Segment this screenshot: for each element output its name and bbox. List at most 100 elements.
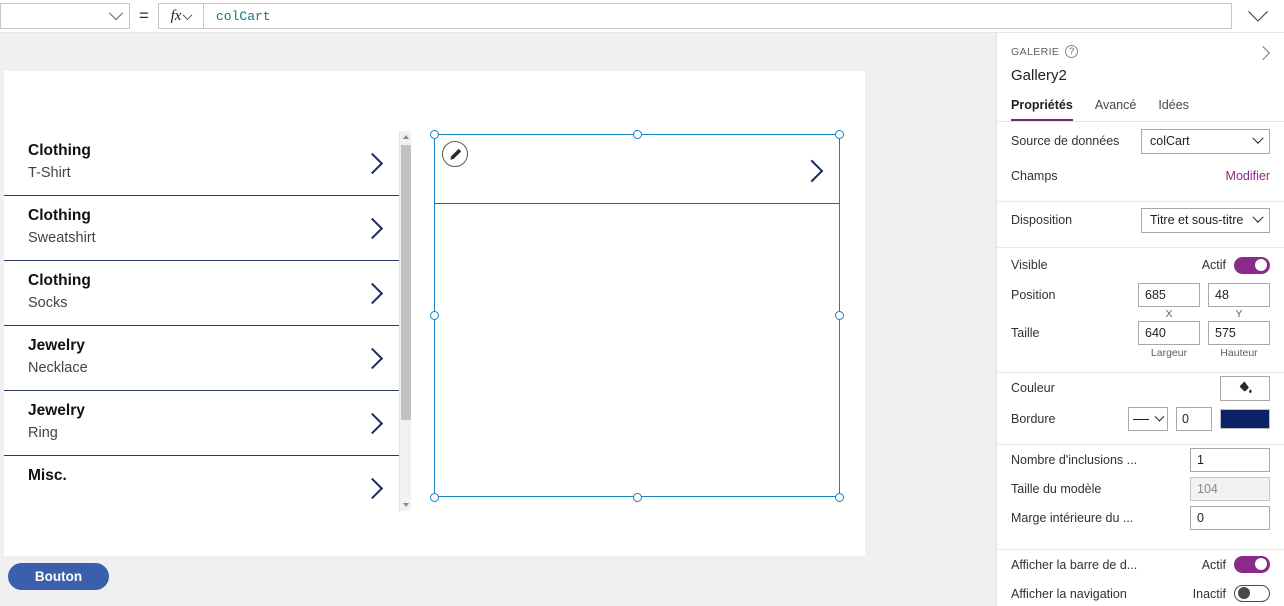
- list-item-title: Clothing: [28, 142, 91, 159]
- bouton-button[interactable]: Bouton: [8, 563, 109, 590]
- position-sublabels: X Y: [997, 307, 1284, 320]
- list-item[interactable]: Jewelry Ring: [4, 391, 400, 456]
- chevron-right-icon: [804, 159, 819, 181]
- section-divider: [997, 532, 1284, 550]
- border-width-input[interactable]: 0: [1176, 407, 1212, 431]
- size-inputs: 640 575: [1138, 321, 1270, 345]
- position-x-sublabel: X: [1165, 308, 1173, 320]
- size-label: Taille: [1011, 326, 1040, 340]
- chevron-right-icon[interactable]: [365, 152, 380, 174]
- edit-fields-link[interactable]: Modifier: [1226, 169, 1270, 183]
- property-selector-dropdown[interactable]: [0, 3, 130, 29]
- row-position: Position 685 48: [997, 282, 1284, 307]
- size-width-input[interactable]: 640: [1138, 321, 1200, 345]
- row-color: Couleur: [997, 373, 1284, 403]
- visible-toggle[interactable]: [1234, 256, 1270, 274]
- list-item-title: Jewelry: [28, 337, 85, 354]
- list-item-subtitle: T-Shirt: [28, 165, 71, 182]
- row-show-navigation: Afficher la navigation Inactif: [997, 579, 1284, 606]
- scroll-up-arrow-icon[interactable]: [403, 135, 409, 139]
- row-show-scrollbar: Afficher la barre de d... Actif: [997, 550, 1284, 579]
- help-icon[interactable]: ?: [1065, 45, 1079, 58]
- scroll-down-arrow-icon[interactable]: [403, 503, 409, 507]
- position-y-input[interactable]: 48: [1208, 282, 1270, 307]
- row-layout: Disposition Titre et sous-titre: [997, 202, 1284, 238]
- resize-handle-top-right[interactable]: [835, 130, 844, 139]
- chevron-right-icon[interactable]: [365, 282, 380, 304]
- app-canvas[interactable]: Clothing T-Shirt Clothing Sweatshirt Clo…: [4, 71, 865, 590]
- chevron-right-icon[interactable]: [365, 217, 380, 239]
- list-item-subtitle: Sweatshirt: [28, 230, 96, 247]
- size-sublabels: Largeur Hauteur: [997, 346, 1284, 359]
- list-item-title: Clothing: [28, 272, 91, 289]
- resize-handle-middle-right[interactable]: [835, 311, 844, 320]
- show-navigation-toggle[interactable]: [1234, 585, 1270, 602]
- selected-gallery-control[interactable]: [434, 134, 840, 497]
- visible-state-label: Actif: [1201, 258, 1226, 272]
- list-item[interactable]: Clothing T-Shirt: [4, 131, 400, 196]
- paint-bucket-icon[interactable]: [1220, 375, 1270, 401]
- list-item[interactable]: Clothing Socks: [4, 261, 400, 326]
- border-label: Bordure: [1011, 412, 1056, 426]
- tab-avance[interactable]: Avancé: [1095, 98, 1136, 121]
- resize-handle-middle-left[interactable]: [430, 311, 439, 320]
- fx-function-button[interactable]: fx: [158, 3, 204, 29]
- resize-handle-bottom-left[interactable]: [430, 493, 439, 502]
- chevron-right-icon[interactable]: [365, 477, 380, 499]
- formula-bar: = fx colCart: [0, 0, 1284, 33]
- position-inputs: 685 48: [1138, 282, 1270, 307]
- size-height-input[interactable]: 575: [1208, 321, 1270, 345]
- layout-dropdown[interactable]: Titre et sous-titre: [1141, 207, 1270, 233]
- tab-idees[interactable]: Idées: [1158, 98, 1189, 121]
- resize-handle-top-left[interactable]: [430, 130, 439, 139]
- pencil-edit-icon[interactable]: [442, 141, 468, 167]
- wrap-count-input[interactable]: 1: [1190, 447, 1270, 472]
- resize-handle-bottom-center[interactable]: [633, 493, 642, 502]
- chevron-down-icon: [1252, 132, 1264, 144]
- data-source-value: colCart: [1150, 134, 1190, 148]
- position-x-input[interactable]: 685: [1138, 282, 1200, 307]
- tab-proprietes[interactable]: Propriétés: [1011, 98, 1073, 121]
- row-visible: Visible Actif: [997, 248, 1284, 282]
- list-item-title: Misc.: [28, 467, 67, 484]
- formula-input[interactable]: colCart: [204, 3, 1232, 29]
- collapse-panel-button[interactable]: [1256, 45, 1272, 61]
- chevron-down-icon: [1252, 211, 1264, 223]
- show-navigation-label: Afficher la navigation: [1011, 586, 1127, 601]
- show-scrollbar-label: Afficher la barre de d...: [1011, 557, 1138, 572]
- chevron-right-icon[interactable]: [365, 412, 380, 434]
- show-navigation-toggle-group: Inactif: [1193, 585, 1270, 602]
- size-height-sublabel: Hauteur: [1220, 347, 1258, 359]
- properties-list: Source de données colCart Champs Modifie…: [997, 122, 1284, 606]
- properties-panel: GALERIE ? Gallery2 Propriétés Avancé Idé…: [996, 33, 1284, 606]
- formula-expand-button[interactable]: [1232, 1, 1284, 23]
- toggle-knob: [1238, 587, 1250, 599]
- chevron-down-icon: [1248, 1, 1268, 22]
- show-scrollbar-toggle[interactable]: [1234, 556, 1270, 573]
- template-padding-input[interactable]: 0: [1190, 505, 1270, 530]
- size-width-sublabel: Largeur: [1150, 347, 1188, 359]
- scrollbar-thumb[interactable]: [401, 145, 411, 420]
- gallery-scrollbar[interactable]: [399, 131, 411, 511]
- toggle-knob: [1255, 558, 1267, 570]
- layout-label: Disposition: [1011, 213, 1073, 227]
- visible-toggle-group: Actif: [1201, 256, 1270, 274]
- chevron-right-icon[interactable]: [365, 347, 380, 369]
- resize-handle-top-center[interactable]: [633, 130, 642, 139]
- list-item[interactable]: Clothing Sweatshirt: [4, 196, 400, 261]
- data-source-dropdown[interactable]: colCart: [1141, 128, 1270, 154]
- border-style-dropdown[interactable]: [1128, 407, 1168, 431]
- section-divider: [997, 238, 1284, 248]
- list-item[interactable]: Jewelry Necklace: [4, 326, 400, 391]
- visible-label: Visible: [1011, 258, 1048, 272]
- row-border: Bordure 0: [997, 403, 1284, 435]
- section-divider: [997, 192, 1284, 202]
- gallery-preview[interactable]: Clothing T-Shirt Clothing Sweatshirt Clo…: [4, 131, 400, 511]
- equals-sign: =: [139, 6, 149, 25]
- resize-handle-bottom-right[interactable]: [835, 493, 844, 502]
- solid-line-icon: [1132, 418, 1149, 420]
- border-color-swatch[interactable]: [1220, 409, 1270, 429]
- list-item[interactable]: Misc.: [4, 456, 400, 511]
- layout-value: Titre et sous-titre: [1150, 213, 1244, 227]
- toggle-knob: [1255, 258, 1267, 271]
